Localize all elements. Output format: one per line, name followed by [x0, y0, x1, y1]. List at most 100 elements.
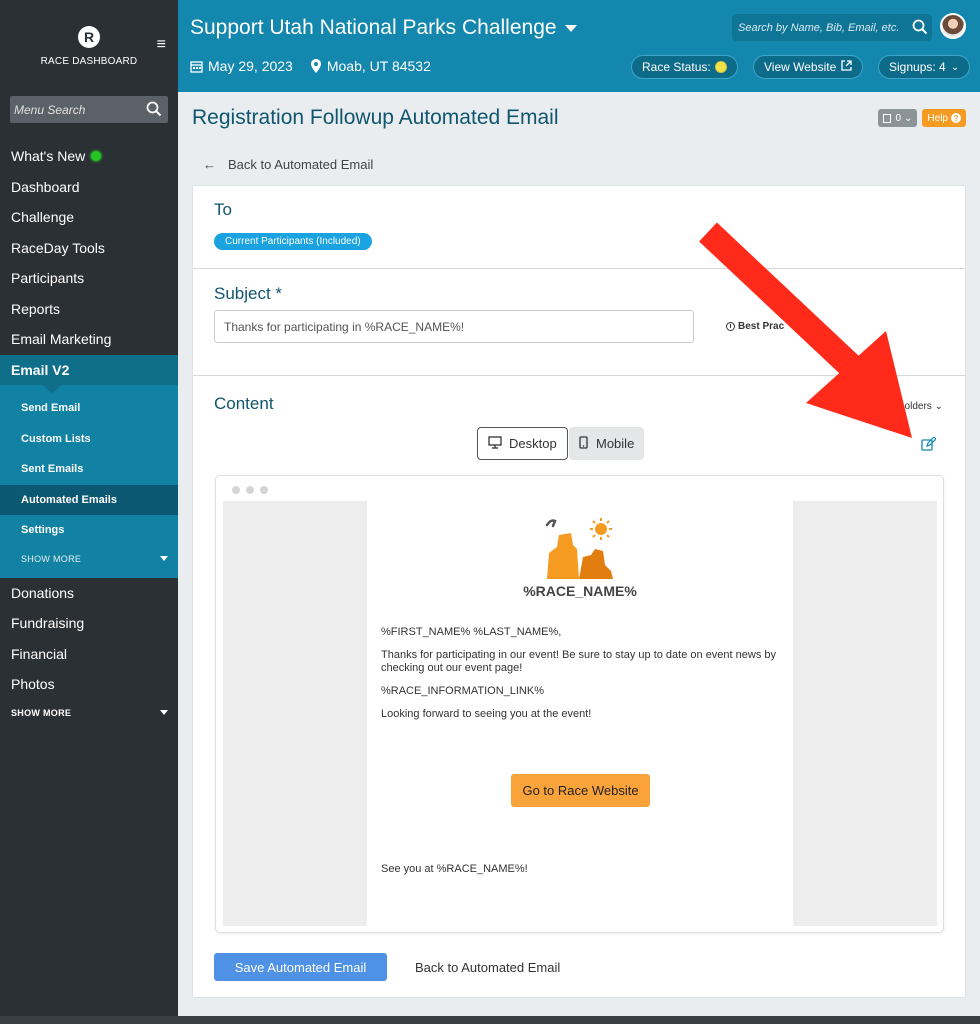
sidebar-item-dashboard[interactable]: Dashboard [0, 172, 178, 203]
sidebar-item-label: Donations [11, 584, 75, 601]
info-icon: i [726, 322, 735, 331]
signups-dropdown[interactable]: Signups: 4 ⌄ [878, 55, 971, 79]
subnav-item-custom-lists[interactable]: Custom Lists [0, 424, 178, 455]
global-search [732, 14, 932, 41]
help-button[interactable]: Help ? [922, 109, 966, 127]
chevron-down-icon: ⌄ [934, 401, 943, 412]
map-pin-icon [310, 59, 321, 73]
sidebar-item-label: Participants [11, 270, 85, 287]
race-title-dropdown[interactable]: Support Utah National Parks Challenge [190, 16, 577, 40]
sidebar-logo[interactable]: R RACE DASHBOARD ≡ [0, 0, 178, 92]
preview-gutter-left [223, 501, 367, 926]
email-editor-card: To Current Participants (Included) Subje… [192, 185, 966, 998]
status-light-icon [714, 61, 727, 73]
help-label: Help [927, 112, 948, 124]
sidebar-item-label: Fundraising [11, 615, 85, 632]
mobile-phone-icon [579, 435, 588, 452]
sidebar-item-label: Email Marketing [11, 331, 112, 348]
desktop-view-button[interactable]: Desktop [477, 427, 568, 460]
sidebar-item-email-marketing[interactable]: Email Marketing [0, 324, 178, 355]
sidebar-item-reports[interactable]: Reports [0, 294, 178, 325]
race-status-label: Race Status: [642, 60, 711, 74]
subnav-item-settings[interactable]: Settings [0, 515, 178, 546]
divider [193, 268, 965, 269]
placeholders-label: holders [899, 401, 932, 412]
edit-icon[interactable] [921, 436, 937, 456]
sidebar-item-label: Email V2 [11, 361, 70, 378]
best-practices-dropdown[interactable]: i Best Prac [726, 321, 784, 332]
back-link-label: Back to Automated Email [228, 157, 374, 172]
mobile-label: Mobile [596, 436, 635, 451]
subnav-item-sent-emails[interactable]: Sent Emails [0, 454, 178, 485]
placeholders-dropdown[interactable]: holders ⌄ [899, 401, 943, 412]
chevron-down-icon: ⌄ [904, 112, 913, 124]
logo-text: RACE DASHBOARD [40, 55, 138, 67]
email-body[interactable]: %RACE_NAME% %FIRST_NAME% %LAST_NAME%, Th… [367, 501, 793, 926]
view-website-button[interactable]: View Website [753, 55, 864, 79]
sidebar-item-label: Financial [11, 645, 68, 662]
desktop-label: Desktop [509, 436, 557, 451]
desktop-monitor-icon [488, 435, 502, 452]
recipient-tag[interactable]: Current Participants (Included) [214, 233, 372, 250]
preview-gutter-right [793, 501, 937, 926]
race-location: Moab, UT 84532 [326, 58, 431, 74]
show-more-label: SHOW MORE [11, 707, 72, 718]
sidebar-item-whats-new[interactable]: What's New [0, 141, 178, 172]
subnav-item-send-email[interactable]: Send Email [0, 393, 178, 424]
subject-input[interactable] [214, 310, 694, 343]
back-to-automated-email-link[interactable]: ← Back to Automated Email [203, 157, 373, 172]
question-icon: ? [951, 113, 961, 123]
notes-count-button[interactable]: 0 ⌄ [878, 109, 918, 127]
subnav-show-more[interactable]: SHOW MORE [0, 546, 178, 572]
race-date: May 29, 2023 [208, 58, 293, 74]
page-actions: 0 ⌄ Help ? [878, 109, 966, 127]
sidebar-item-label: Photos [11, 676, 55, 693]
sidebar-item-label: Challenge [11, 209, 75, 226]
chevron-down-icon [160, 710, 168, 715]
race-title: Support Utah National Parks Challenge [190, 16, 557, 39]
top-header: Support Utah National Parks Challenge Ma… [178, 0, 980, 92]
sidebar-show-more[interactable]: SHOW MORE [0, 700, 178, 726]
hamburger-menu-icon[interactable]: ≡ [157, 36, 166, 54]
sidebar-item-financial[interactable]: Financial [0, 639, 178, 670]
sidebar-item-fundraising[interactable]: Fundraising [0, 608, 178, 639]
sidebar-item-label: What's New [11, 148, 86, 165]
save-automated-email-button[interactable]: Save Automated Email [214, 953, 387, 981]
race-meta: May 29, 2023 Moab, UT 84532 [190, 58, 431, 74]
menu-search-input[interactable] [10, 96, 168, 123]
email-body-paragraph-2: Looking forward to seeing you at the eve… [381, 708, 592, 720]
page-title: Registration Followup Automated Email [192, 106, 559, 129]
document-icon [883, 113, 892, 123]
email-v2-subnav: Send Email Custom Lists Sent Emails Auto… [0, 385, 178, 578]
email-race-name: %RACE_NAME% [523, 583, 637, 599]
email-info-link: %RACE_INFORMATION_LINK% [381, 685, 544, 697]
sidebar-item-challenge[interactable]: Challenge [0, 202, 178, 233]
race-status-button[interactable]: Race Status: [631, 55, 738, 79]
divider [193, 375, 965, 376]
search-icon[interactable] [912, 19, 928, 40]
sidebar-item-email-v2[interactable]: Email V2 [0, 354, 178, 393]
email-preview: %RACE_NAME% %FIRST_NAME% %LAST_NAME%, Th… [215, 475, 944, 933]
subnav-item-automated-emails[interactable]: Automated Emails [0, 484, 178, 515]
to-label: To [214, 200, 232, 219]
email-body-paragraph: Thanks for participating in our event! B… [381, 649, 777, 674]
global-search-input[interactable] [732, 14, 932, 41]
logo-icon: R [78, 25, 100, 48]
new-indicator-icon [91, 151, 102, 162]
sidebar-item-raceday-tools[interactable]: RaceDay Tools [0, 233, 178, 264]
email-greeting: %FIRST_NAME% %LAST_NAME%, [381, 626, 562, 638]
sidebar: R RACE DASHBOARD ≡ What's New Dashboard … [0, 0, 178, 1024]
go-to-race-website-button[interactable]: Go to Race Website [511, 774, 650, 807]
search-icon[interactable] [146, 101, 162, 122]
sidebar-item-participants[interactable]: Participants [0, 263, 178, 294]
sidebar-item-label: Dashboard [11, 178, 80, 195]
show-more-label: SHOW MORE [21, 553, 82, 564]
email-signoff: See you at %RACE_NAME%! [381, 863, 528, 875]
back-to-automated-email-button[interactable]: Back to Automated Email [415, 960, 560, 975]
chevron-down-icon [564, 24, 577, 32]
sidebar-item-photos[interactable]: Photos [0, 669, 178, 700]
mobile-view-button[interactable]: Mobile [569, 427, 645, 460]
chevron-down-icon [160, 556, 168, 561]
sidebar-item-donations[interactable]: Donations [0, 578, 178, 609]
user-avatar[interactable] [940, 13, 966, 39]
